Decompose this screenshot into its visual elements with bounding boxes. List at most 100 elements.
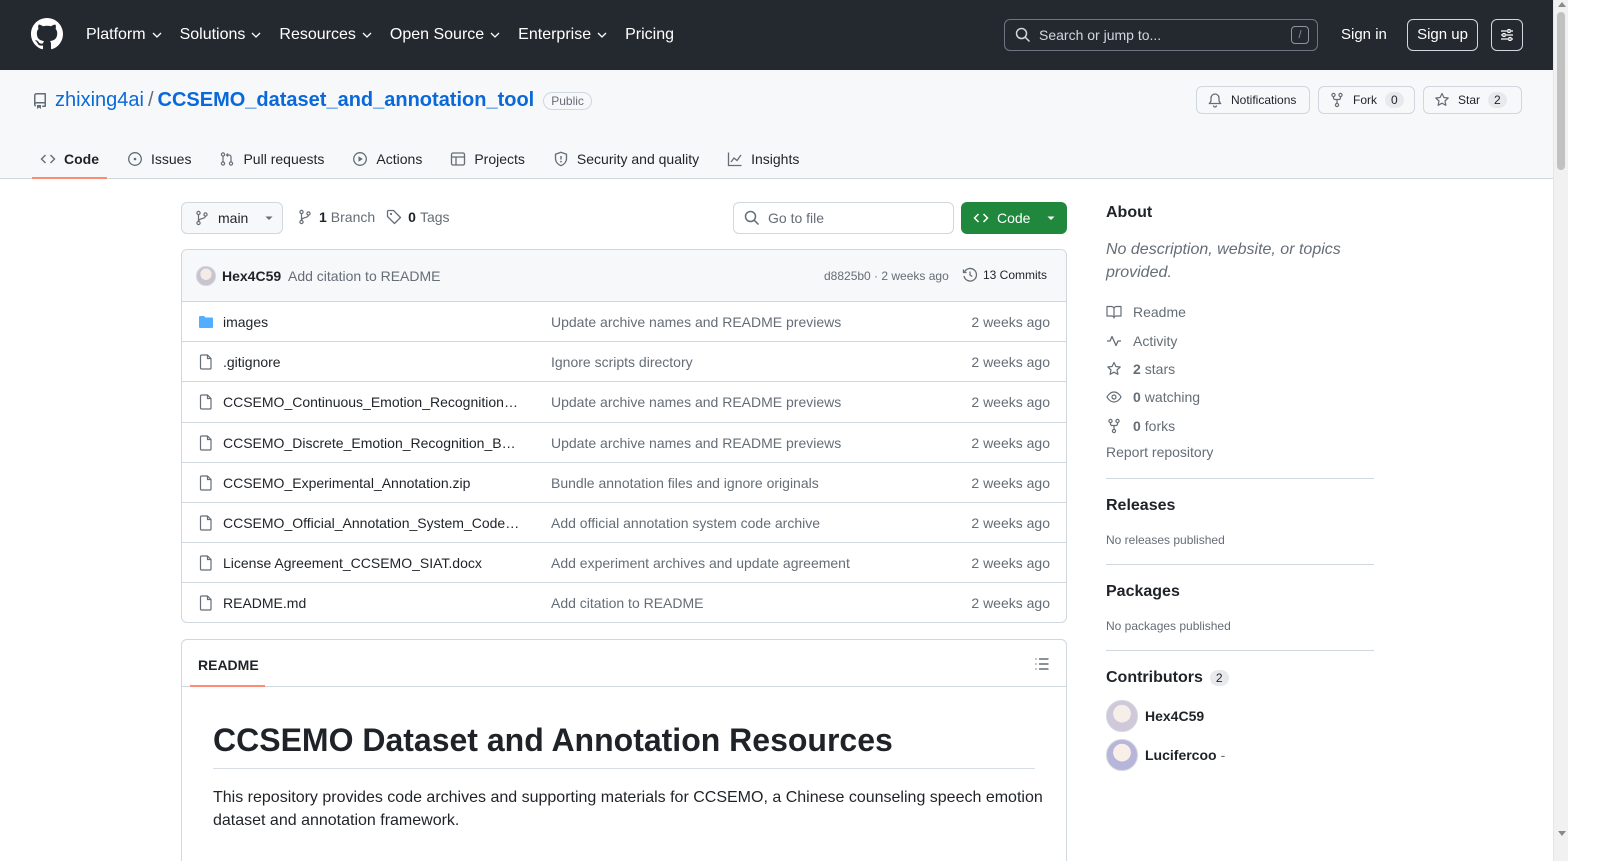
file-commit-message-link[interactable]: Ignore scripts directory xyxy=(551,354,693,370)
commit-message-link[interactable]: Add citation to README xyxy=(288,268,441,284)
branches-link[interactable]: Branch xyxy=(331,209,375,225)
avatar[interactable] xyxy=(1106,739,1138,772)
tab-pull-requests-label: Pull requests xyxy=(243,151,325,167)
tab-issues[interactable]: Issues xyxy=(119,140,199,178)
file-name-link[interactable]: README.md xyxy=(223,595,523,611)
contributors-list: Hex4C59 Lucifercoo - xyxy=(1106,697,1374,775)
sidebar-divider xyxy=(1106,563,1374,565)
repo-name-link[interactable]: CCSEMO_dataset_and_annotation_tool xyxy=(158,89,535,112)
file-name-link[interactable]: CCSEMO_Discrete_Emotion_Recognition_Ba… xyxy=(223,435,523,451)
scrollbar-thumb[interactable] xyxy=(1557,12,1565,170)
tag-count[interactable]: 0 xyxy=(408,209,416,225)
top-navigation: Platform Solutions Resources Open Source… xyxy=(86,24,691,46)
tab-insights[interactable]: Insights xyxy=(719,140,807,178)
readme-tab[interactable]: README xyxy=(198,657,259,673)
caret-down-icon xyxy=(265,216,273,220)
file-name-link[interactable]: CCSEMO_Experimental_Annotation.zip xyxy=(223,475,523,491)
github-logo-icon[interactable] xyxy=(31,18,63,50)
contributor-item[interactable]: Lucifercoo - xyxy=(1106,736,1374,775)
contributor-item[interactable]: Hex4C59 xyxy=(1106,697,1374,736)
scroll-up-arrow-icon[interactable] xyxy=(1558,2,1566,7)
file-row: README.md Add citation to README 2 weeks… xyxy=(182,583,1066,622)
sidebar-divider xyxy=(1106,649,1374,651)
nav-solutions[interactable]: Solutions xyxy=(180,24,263,46)
forks-count: 0 xyxy=(1133,417,1141,434)
list-icon[interactable] xyxy=(1034,656,1050,672)
go-to-file-input[interactable]: Go to file xyxy=(733,202,954,234)
watching-link[interactable]: 0 watching xyxy=(1106,383,1374,411)
play-icon xyxy=(353,152,368,166)
nav-platform[interactable]: Platform xyxy=(86,24,163,46)
stars-link[interactable]: 2 stars xyxy=(1106,355,1374,383)
sliders-icon xyxy=(1501,29,1513,41)
sign-up-button[interactable]: Sign up xyxy=(1407,19,1478,51)
file-icon xyxy=(199,515,212,531)
forks-link[interactable]: 0 forks xyxy=(1106,412,1374,440)
global-search-input[interactable]: Search or jump to... / xyxy=(1004,19,1318,51)
file-browser: Hex4C59 Add citation to README d8825b0 ·… xyxy=(181,249,1067,623)
contributor-name[interactable]: Lucifercoo xyxy=(1145,747,1217,763)
activity-link[interactable]: Activity xyxy=(1106,326,1374,354)
issue-icon xyxy=(128,152,142,166)
nav-pricing[interactable]: Pricing xyxy=(625,24,674,46)
go-to-file-placeholder: Go to file xyxy=(768,210,825,226)
branch-count[interactable]: 1 xyxy=(319,209,327,225)
tab-actions[interactable]: Actions xyxy=(344,140,430,178)
packages-title[interactable]: Packages xyxy=(1106,583,1374,601)
file-commit-date: 2 weeks ago xyxy=(971,595,1050,612)
search-icon xyxy=(744,210,760,226)
file-commit-message-link[interactable]: Add citation to README xyxy=(551,595,704,611)
scroll-down-arrow-icon[interactable] xyxy=(1558,831,1566,836)
file-commit-message-link[interactable]: Update archive names and README previews xyxy=(551,435,841,451)
contributors-title[interactable]: Contributors xyxy=(1106,669,1203,687)
star-count: 2 xyxy=(1488,92,1507,108)
nav-resources[interactable]: Resources xyxy=(279,24,372,46)
file-commit-message-link[interactable]: Bundle annotation files and ignore origi… xyxy=(551,475,819,491)
branch-select-button[interactable]: main xyxy=(181,202,283,234)
file-name-link[interactable]: images xyxy=(223,314,523,330)
nav-enterprise[interactable]: Enterprise xyxy=(518,24,608,46)
releases-title[interactable]: Releases xyxy=(1106,497,1374,515)
fork-button[interactable]: Fork 0 xyxy=(1318,86,1415,114)
file-commit-message-link[interactable]: Add official annotation system code arch… xyxy=(551,515,820,531)
tab-pull-requests[interactable]: Pull requests xyxy=(211,140,332,178)
commits-history-link[interactable]: 13 Commits xyxy=(962,267,1047,283)
settings-menu-button[interactable] xyxy=(1491,19,1523,51)
file-name-link[interactable]: CCSEMO_Continuous_Emotion_Recognition_… xyxy=(223,394,523,410)
avatar[interactable] xyxy=(196,266,216,286)
sign-in-link[interactable]: Sign in xyxy=(1341,26,1387,43)
report-repository-link[interactable]: Report repository xyxy=(1106,444,1374,460)
file-commit-message-link[interactable]: Update archive names and README previews xyxy=(551,394,841,410)
search-placeholder: Search or jump to... xyxy=(1039,27,1162,43)
tab-projects[interactable]: Projects xyxy=(442,140,533,178)
visibility-badge: Public xyxy=(543,91,592,110)
watching-count: 0 xyxy=(1133,389,1141,406)
tab-security-and-quality[interactable]: Security and quality xyxy=(545,140,707,178)
notifications-button[interactable]: Notifications xyxy=(1196,86,1310,114)
caret-down-icon xyxy=(1047,216,1055,220)
avatar[interactable] xyxy=(1106,700,1138,733)
about-description: No description, website, or topics provi… xyxy=(1106,241,1341,281)
commit-author-link[interactable]: Hex4C59 xyxy=(222,268,281,284)
code-dropdown-button[interactable]: Code xyxy=(961,202,1067,234)
file-commit-message-link[interactable]: Update archive names and README previews xyxy=(551,314,841,330)
file-commit-message-link[interactable]: Add experiment archives and update agree… xyxy=(551,555,850,571)
fork-icon xyxy=(1108,418,1120,433)
chevron-down-icon xyxy=(597,32,607,38)
file-name-link[interactable]: License Agreement_CCSEMO_SIAT.docx xyxy=(223,555,523,571)
tags-link[interactable]: Tags xyxy=(420,209,450,225)
nav-open-source[interactable]: Open Source xyxy=(390,24,501,46)
star-button[interactable]: Star 2 xyxy=(1423,86,1522,114)
contributor-name[interactable]: Hex4C59 xyxy=(1145,708,1204,724)
file-name-link[interactable]: .gitignore xyxy=(223,354,523,370)
commit-sha-time[interactable]: d8825b0 · 2 weeks ago xyxy=(824,269,949,283)
repo-owner-link[interactable]: zhixing4ai xyxy=(55,89,144,112)
fork-label: Fork xyxy=(1353,93,1377,107)
file-name-link[interactable]: CCSEMO_Official_Annotation_System_Code.… xyxy=(223,515,523,531)
tab-code[interactable]: Code xyxy=(32,140,107,179)
file-row: CCSEMO_Official_Annotation_System_Code.…… xyxy=(182,503,1066,544)
readme-link[interactable]: Readme xyxy=(1106,298,1374,326)
page-scrollbar[interactable] xyxy=(1553,0,1568,861)
file-commit-date: 2 weeks ago xyxy=(971,514,1050,531)
chevron-down-icon xyxy=(251,32,261,38)
